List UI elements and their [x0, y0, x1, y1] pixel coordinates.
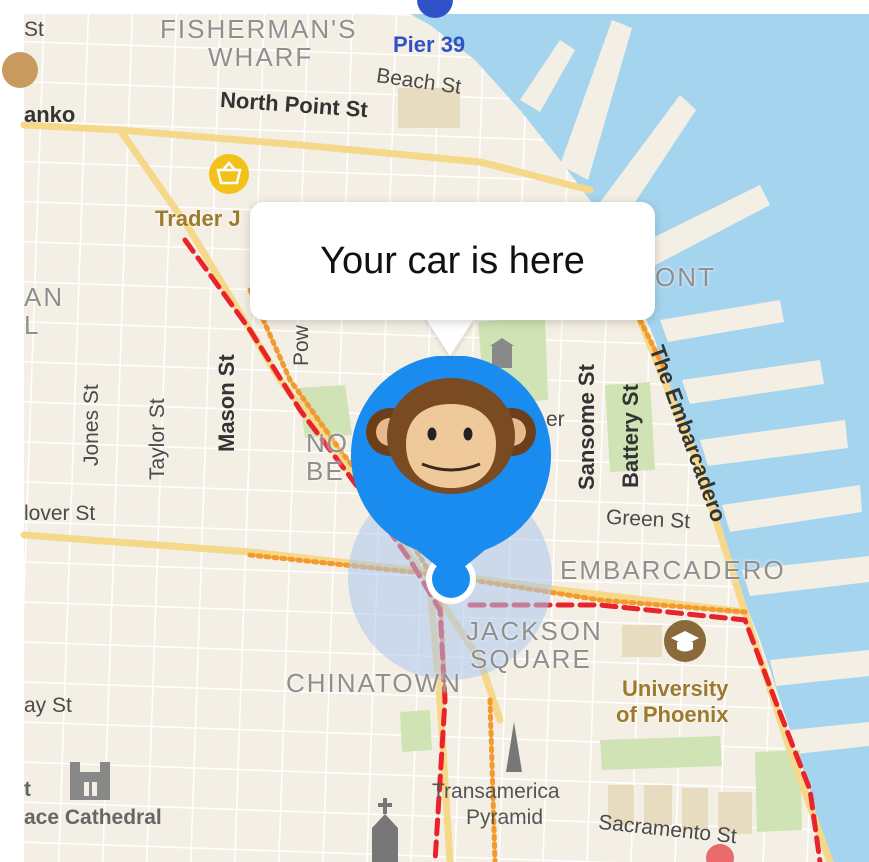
- poi-label-transamerica[interactable]: Pyramid: [466, 806, 543, 830]
- street-label: Jones St: [80, 384, 103, 466]
- street-label: Taylor St: [146, 398, 169, 480]
- neighborhood-label: SQUARE: [470, 644, 592, 674]
- street-label: lover St: [24, 502, 96, 525]
- poi-label-cathedral[interactable]: ace Cathedral: [24, 806, 162, 830]
- callout-bubble[interactable]: Your car is here: [250, 202, 655, 320]
- neighborhood-label: EMBARCADERO: [560, 555, 786, 585]
- map-view[interactable]: FISHERMAN'S WHARF NO BE EMBARCADERO JACK…: [0, 0, 869, 862]
- neighborhood-label: AN: [24, 282, 65, 312]
- poi-label-trader-joes[interactable]: Trader J: [155, 206, 241, 232]
- street-label: Battery St: [618, 384, 643, 488]
- cathedral-icon[interactable]: [68, 752, 112, 800]
- street-label: Green St: [605, 505, 691, 534]
- callout-tail: [424, 316, 476, 356]
- neighborhood-label: NO: [306, 428, 349, 458]
- neighborhood-label: FISHERMAN'S: [160, 14, 358, 44]
- basket-icon[interactable]: [207, 152, 251, 196]
- neighborhood-label: BE: [306, 456, 345, 486]
- street-label: Sansome St: [574, 364, 599, 490]
- poi-label-transamerica[interactable]: Transamerica: [432, 780, 560, 804]
- neighborhood-label: JACKSON: [466, 616, 603, 646]
- street-label: Mason St: [214, 354, 239, 452]
- neighborhood-label: WHARF: [208, 42, 314, 72]
- left-edge: [0, 0, 24, 862]
- street-label: St: [24, 18, 44, 41]
- poi-partial-icon[interactable]: [2, 48, 42, 92]
- poi-label-cathedral: t: [24, 778, 31, 801]
- neighborhood-label: ONT: [655, 262, 716, 292]
- pier-poi-icon[interactable]: [415, 0, 455, 22]
- poi-label-university[interactable]: University: [622, 676, 728, 702]
- street-label: Pow: [290, 325, 313, 366]
- poi-label-danko[interactable]: anko: [24, 102, 75, 128]
- callout-text: Your car is here: [320, 239, 585, 282]
- pyramid-icon[interactable]: [500, 722, 528, 772]
- poi-label-university[interactable]: of Phoenix: [616, 702, 728, 728]
- monkey-face-icon[interactable]: [350, 356, 552, 578]
- poi-label-pier39[interactable]: Pier 39: [393, 32, 465, 58]
- church-icon[interactable]: [368, 798, 402, 862]
- graduation-cap-icon[interactable]: [662, 618, 708, 664]
- neighborhood-label: L: [24, 310, 41, 340]
- street-label: ay St: [24, 694, 72, 717]
- neighborhood-label: CHINATOWN: [286, 668, 462, 698]
